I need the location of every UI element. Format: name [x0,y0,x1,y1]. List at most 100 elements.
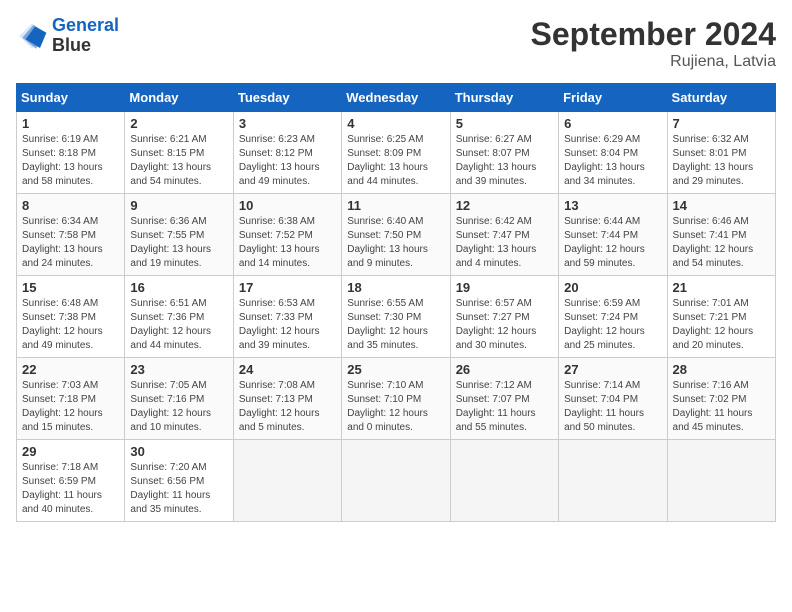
day-number: 6 [564,116,661,131]
calendar-cell: 19 Sunrise: 6:57 AM Sunset: 7:27 PM Dayl… [450,276,558,358]
calendar-cell: 14 Sunrise: 6:46 AM Sunset: 7:41 PM Dayl… [667,194,775,276]
col-fri: Friday [559,84,667,112]
calendar-cell: 21 Sunrise: 7:01 AM Sunset: 7:21 PM Dayl… [667,276,775,358]
week-row-2: 8 Sunrise: 6:34 AM Sunset: 7:58 PM Dayli… [17,194,776,276]
day-info: Sunrise: 6:21 AM Sunset: 8:15 PM Dayligh… [130,133,227,189]
header-row: Sunday Monday Tuesday Wednesday Thursday… [17,84,776,112]
day-number: 13 [564,198,661,213]
day-number: 25 [347,362,444,377]
day-info: Sunrise: 7:05 AM Sunset: 7:16 PM Dayligh… [130,379,227,435]
day-number: 3 [239,116,336,131]
day-info: Sunrise: 6:23 AM Sunset: 8:12 PM Dayligh… [239,133,336,189]
day-info: Sunrise: 6:44 AM Sunset: 7:44 PM Dayligh… [564,215,661,271]
day-info: Sunrise: 6:32 AM Sunset: 8:01 PM Dayligh… [673,133,770,189]
calendar-cell: 5 Sunrise: 6:27 AM Sunset: 8:07 PM Dayli… [450,112,558,194]
calendar-cell: 1 Sunrise: 6:19 AM Sunset: 8:18 PM Dayli… [17,112,125,194]
logo-icon [16,20,48,52]
week-row-1: 1 Sunrise: 6:19 AM Sunset: 8:18 PM Dayli… [17,112,776,194]
calendar-cell: 17 Sunrise: 6:53 AM Sunset: 7:33 PM Dayl… [233,276,341,358]
day-number: 10 [239,198,336,213]
calendar-cell: 11 Sunrise: 6:40 AM Sunset: 7:50 PM Dayl… [342,194,450,276]
day-number: 16 [130,280,227,295]
day-info: Sunrise: 7:16 AM Sunset: 7:02 PM Dayligh… [673,379,770,435]
calendar-cell: 23 Sunrise: 7:05 AM Sunset: 7:16 PM Dayl… [125,358,233,440]
calendar-body: 1 Sunrise: 6:19 AM Sunset: 8:18 PM Dayli… [17,112,776,522]
calendar-subtitle: Rujiena, Latvia [531,53,776,71]
calendar-cell: 8 Sunrise: 6:34 AM Sunset: 7:58 PM Dayli… [17,194,125,276]
calendar-cell [233,440,341,522]
week-row-4: 22 Sunrise: 7:03 AM Sunset: 7:18 PM Dayl… [17,358,776,440]
day-info: Sunrise: 7:01 AM Sunset: 7:21 PM Dayligh… [673,297,770,353]
calendar-cell: 4 Sunrise: 6:25 AM Sunset: 8:09 PM Dayli… [342,112,450,194]
day-info: Sunrise: 6:48 AM Sunset: 7:38 PM Dayligh… [22,297,119,353]
day-info: Sunrise: 7:08 AM Sunset: 7:13 PM Dayligh… [239,379,336,435]
day-info: Sunrise: 6:57 AM Sunset: 7:27 PM Dayligh… [456,297,553,353]
col-sun: Sunday [17,84,125,112]
day-number: 14 [673,198,770,213]
col-tue: Tuesday [233,84,341,112]
day-info: Sunrise: 6:46 AM Sunset: 7:41 PM Dayligh… [673,215,770,271]
col-mon: Monday [125,84,233,112]
day-number: 2 [130,116,227,131]
day-number: 8 [22,198,119,213]
day-info: Sunrise: 6:25 AM Sunset: 8:09 PM Dayligh… [347,133,444,189]
day-number: 23 [130,362,227,377]
day-number: 19 [456,280,553,295]
calendar-cell: 12 Sunrise: 6:42 AM Sunset: 7:47 PM Dayl… [450,194,558,276]
day-number: 12 [456,198,553,213]
calendar-cell: 25 Sunrise: 7:10 AM Sunset: 7:10 PM Dayl… [342,358,450,440]
calendar-cell: 3 Sunrise: 6:23 AM Sunset: 8:12 PM Dayli… [233,112,341,194]
calendar-page: General Blue September 2024 Rujiena, Lat… [0,0,792,612]
day-number: 1 [22,116,119,131]
week-row-5: 29 Sunrise: 7:18 AM Sunset: 6:59 PM Dayl… [17,440,776,522]
logo: General Blue [16,16,119,56]
day-info: Sunrise: 7:18 AM Sunset: 6:59 PM Dayligh… [22,461,119,517]
calendar-cell: 15 Sunrise: 6:48 AM Sunset: 7:38 PM Dayl… [17,276,125,358]
col-thu: Thursday [450,84,558,112]
calendar-cell: 9 Sunrise: 6:36 AM Sunset: 7:55 PM Dayli… [125,194,233,276]
calendar-cell: 10 Sunrise: 6:38 AM Sunset: 7:52 PM Dayl… [233,194,341,276]
day-number: 22 [22,362,119,377]
calendar-cell: 26 Sunrise: 7:12 AM Sunset: 7:07 PM Dayl… [450,358,558,440]
header: General Blue September 2024 Rujiena, Lat… [16,16,776,71]
calendar-cell: 6 Sunrise: 6:29 AM Sunset: 8:04 PM Dayli… [559,112,667,194]
day-info: Sunrise: 6:40 AM Sunset: 7:50 PM Dayligh… [347,215,444,271]
calendar-cell [342,440,450,522]
col-sat: Saturday [667,84,775,112]
day-number: 24 [239,362,336,377]
day-number: 11 [347,198,444,213]
calendar-cell: 7 Sunrise: 6:32 AM Sunset: 8:01 PM Dayli… [667,112,775,194]
calendar-cell: 30 Sunrise: 7:20 AM Sunset: 6:56 PM Dayl… [125,440,233,522]
calendar-cell: 2 Sunrise: 6:21 AM Sunset: 8:15 PM Dayli… [125,112,233,194]
day-info: Sunrise: 6:38 AM Sunset: 7:52 PM Dayligh… [239,215,336,271]
calendar-cell [450,440,558,522]
day-number: 17 [239,280,336,295]
day-info: Sunrise: 6:29 AM Sunset: 8:04 PM Dayligh… [564,133,661,189]
calendar-cell: 13 Sunrise: 6:44 AM Sunset: 7:44 PM Dayl… [559,194,667,276]
calendar-cell: 22 Sunrise: 7:03 AM Sunset: 7:18 PM Dayl… [17,358,125,440]
day-info: Sunrise: 6:59 AM Sunset: 7:24 PM Dayligh… [564,297,661,353]
col-wed: Wednesday [342,84,450,112]
day-info: Sunrise: 7:12 AM Sunset: 7:07 PM Dayligh… [456,379,553,435]
day-info: Sunrise: 6:19 AM Sunset: 8:18 PM Dayligh… [22,133,119,189]
day-number: 26 [456,362,553,377]
day-number: 21 [673,280,770,295]
week-row-3: 15 Sunrise: 6:48 AM Sunset: 7:38 PM Dayl… [17,276,776,358]
calendar-cell: 18 Sunrise: 6:55 AM Sunset: 7:30 PM Dayl… [342,276,450,358]
day-info: Sunrise: 6:27 AM Sunset: 8:07 PM Dayligh… [456,133,553,189]
day-info: Sunrise: 6:51 AM Sunset: 7:36 PM Dayligh… [130,297,227,353]
calendar-cell [667,440,775,522]
day-number: 4 [347,116,444,131]
day-info: Sunrise: 7:03 AM Sunset: 7:18 PM Dayligh… [22,379,119,435]
day-number: 9 [130,198,227,213]
day-number: 30 [130,444,227,459]
day-number: 20 [564,280,661,295]
day-info: Sunrise: 6:55 AM Sunset: 7:30 PM Dayligh… [347,297,444,353]
day-info: Sunrise: 7:20 AM Sunset: 6:56 PM Dayligh… [130,461,227,517]
calendar-table: Sunday Monday Tuesday Wednesday Thursday… [16,83,776,522]
day-info: Sunrise: 7:14 AM Sunset: 7:04 PM Dayligh… [564,379,661,435]
day-info: Sunrise: 6:53 AM Sunset: 7:33 PM Dayligh… [239,297,336,353]
day-number: 28 [673,362,770,377]
day-info: Sunrise: 6:36 AM Sunset: 7:55 PM Dayligh… [130,215,227,271]
day-number: 27 [564,362,661,377]
